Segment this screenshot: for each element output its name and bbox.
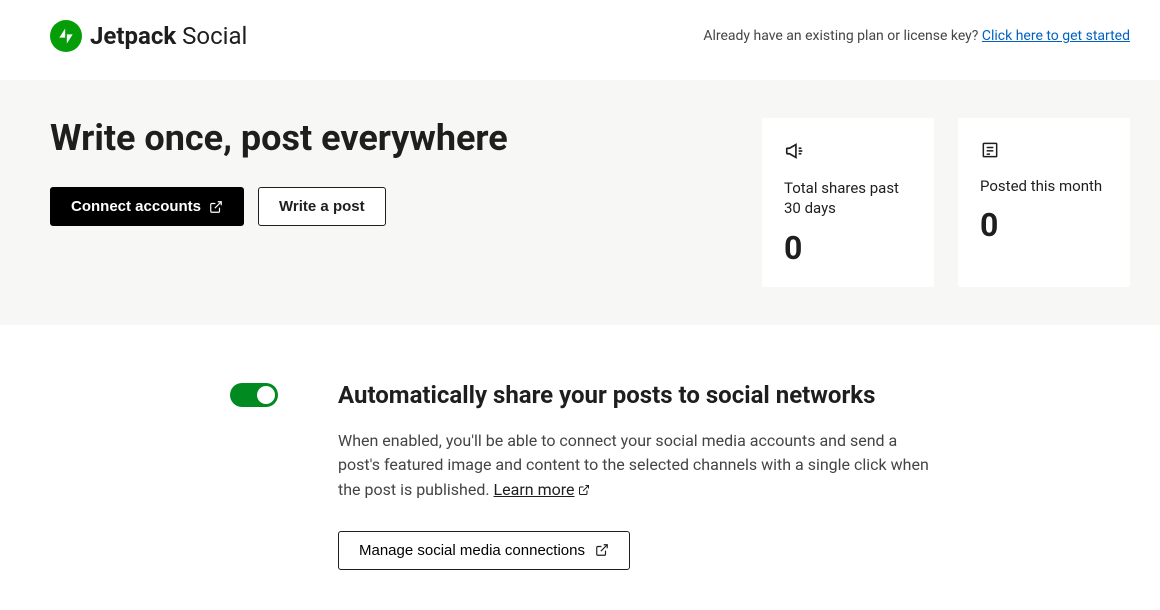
post-icon bbox=[980, 140, 1108, 160]
stat-card-posted: Posted this month 0 bbox=[958, 118, 1130, 287]
logo-text: Jetpack Social bbox=[90, 22, 247, 50]
logo: Jetpack Social bbox=[50, 20, 247, 52]
hero: Write once, post everywhere Connect acco… bbox=[0, 80, 1160, 325]
manage-connections-label: Manage social media connections bbox=[359, 542, 585, 559]
learn-more-label: Learn more bbox=[494, 478, 575, 503]
existing-plan-prompt: Already have an existing plan or license… bbox=[703, 28, 982, 44]
megaphone-icon bbox=[784, 140, 912, 162]
autoshare-content: Automatically share your posts to social… bbox=[338, 381, 938, 570]
connect-accounts-label: Connect accounts bbox=[71, 198, 201, 215]
brand-bold: Jetpack bbox=[90, 22, 176, 50]
write-post-label: Write a post bbox=[279, 198, 365, 215]
get-started-link[interactable]: Click here to get started bbox=[982, 28, 1130, 44]
stat-value-posted: 0 bbox=[980, 206, 1108, 244]
jetpack-logo-icon bbox=[50, 20, 82, 52]
autoshare-body: When enabled, you'll be able to connect … bbox=[338, 429, 938, 503]
write-post-button[interactable]: Write a post bbox=[258, 187, 386, 226]
autoshare-toggle[interactable] bbox=[230, 383, 278, 407]
stat-card-shares: Total shares past 30 days 0 bbox=[762, 118, 934, 287]
stat-label-posted: Posted this month bbox=[980, 176, 1108, 196]
learn-more-link[interactable]: Learn more bbox=[494, 478, 591, 503]
hero-left: Write once, post everywhere Connect acco… bbox=[50, 118, 550, 226]
hero-stats: Total shares past 30 days 0 Posted this … bbox=[762, 118, 1130, 287]
toggle-knob bbox=[257, 386, 275, 404]
autoshare-section: Automatically share your posts to social… bbox=[0, 325, 1160, 610]
toggle-wrap bbox=[50, 381, 278, 570]
brand-light: Social bbox=[182, 22, 247, 50]
autoshare-body-text: When enabled, you'll be able to connect … bbox=[338, 431, 929, 500]
external-link-icon bbox=[209, 200, 223, 214]
stat-value-shares: 0 bbox=[784, 229, 912, 267]
hero-actions: Connect accounts Write a post bbox=[50, 187, 550, 226]
connect-accounts-button[interactable]: Connect accounts bbox=[50, 187, 244, 226]
stat-label-shares: Total shares past 30 days bbox=[784, 178, 912, 219]
external-link-icon bbox=[578, 484, 590, 496]
hero-title: Write once, post everywhere bbox=[50, 118, 550, 159]
header: Jetpack Social Already have an existing … bbox=[0, 0, 1160, 80]
autoshare-title: Automatically share your posts to social… bbox=[338, 381, 938, 409]
header-prompt: Already have an existing plan or license… bbox=[703, 28, 1130, 44]
external-link-icon bbox=[595, 543, 609, 557]
manage-connections-button[interactable]: Manage social media connections bbox=[338, 531, 630, 570]
